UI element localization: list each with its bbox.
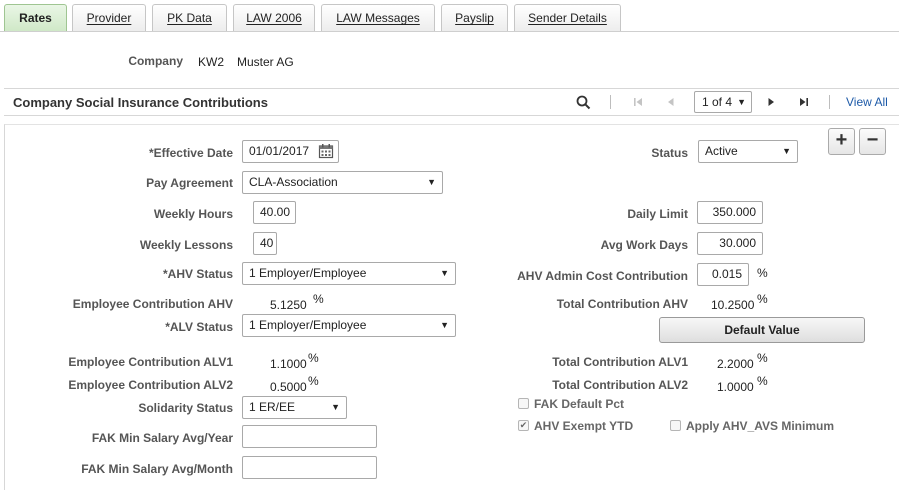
fak-min-salary-year-input[interactable]	[242, 425, 377, 448]
caret-down-icon: ▼	[782, 146, 791, 156]
add-row-button[interactable]: +	[828, 128, 855, 155]
nav-separator	[829, 95, 830, 109]
tab-sender-details[interactable]: Sender Details	[514, 4, 621, 32]
caret-down-icon: ▼	[331, 402, 340, 412]
total-contrib-alv1-value: 2.2000	[717, 357, 754, 371]
weekly-hours-label: Weekly Hours	[153, 207, 233, 221]
first-page-icon	[634, 98, 642, 106]
percent-unit: %	[313, 292, 324, 306]
total-contrib-ahv-label: Total Contribution AHV	[556, 297, 688, 311]
caret-down-icon: ▼	[440, 268, 449, 278]
weekly-lessons-value: 40	[260, 236, 274, 250]
percent-unit: %	[308, 351, 319, 365]
percent-unit: %	[757, 351, 768, 365]
plus-icon: +	[835, 129, 848, 151]
weekly-lessons-label: Weekly Lessons	[139, 238, 233, 252]
last-page-icon[interactable]	[799, 97, 809, 107]
pay-agreement-value: CLA-Association	[249, 175, 338, 189]
emp-contrib-alv1-label: Employee Contribution ALV1	[68, 355, 233, 369]
alv-status-label: *ALV Status	[165, 320, 233, 334]
effective-date-label: *Effective Date	[148, 146, 233, 160]
emp-contrib-ahv-value: 5.1250	[270, 298, 307, 312]
calendar-icon[interactable]	[318, 143, 334, 159]
pay-agreement-select[interactable]: CLA-Association ▼	[242, 171, 443, 194]
daily-limit-value: 350.000	[712, 205, 756, 219]
fak-min-salary-year-label: FAK Min Salary Avg/Year	[91, 431, 233, 445]
previous-page-icon	[668, 98, 674, 106]
avg-work-days-label: Avg Work Days	[600, 238, 688, 252]
tab-provider[interactable]: Provider	[72, 4, 146, 32]
ahv-admin-cost-value: 0.015	[711, 267, 742, 281]
daily-limit-label: Daily Limit	[627, 207, 688, 221]
ahv-admin-cost-input[interactable]: 0.015	[697, 263, 749, 286]
weekly-hours-value: 40.00	[260, 205, 291, 219]
tab-pk-data[interactable]: PK Data	[152, 4, 227, 32]
company-label: Company	[128, 54, 183, 68]
ahv-admin-cost-label: AHV Admin Cost Contribution	[517, 269, 688, 283]
tab-payslip[interactable]: Payslip	[441, 4, 508, 32]
total-contrib-alv1-label: Total Contribution ALV1	[552, 355, 688, 369]
fak-min-salary-month-input[interactable]	[242, 456, 377, 479]
percent-unit: %	[308, 374, 319, 388]
fak-default-pct-label: FAK Default Pct	[534, 397, 625, 411]
view-all-link[interactable]: View All	[846, 95, 888, 109]
ahv-exempt-ytd-label: AHV Exempt YTD	[534, 419, 634, 433]
ahv-exempt-ytd-checkbox[interactable]: ✔	[518, 420, 529, 431]
minus-icon: −	[866, 129, 879, 151]
pager-select[interactable]: 1 of 4 ▼	[694, 91, 752, 113]
avg-work-days-value: 30.000	[719, 236, 756, 250]
pay-agreement-label: Pay Agreement	[146, 176, 233, 190]
delete-row-button[interactable]: −	[859, 128, 886, 155]
tab-bar: Rates Provider PK Data LAW 2006 LAW Mess…	[0, 0, 899, 32]
weekly-lessons-input[interactable]: 40	[253, 232, 277, 255]
company-code: KW2	[198, 55, 225, 69]
percent-unit: %	[757, 292, 768, 306]
solidarity-status-label: Solidarity Status	[138, 401, 233, 415]
daily-limit-input[interactable]: 350.000	[697, 201, 763, 224]
percent-unit: %	[757, 374, 768, 388]
alv-status-select[interactable]: 1 Employer/Employee ▼	[242, 314, 456, 337]
company-name: Muster AG	[237, 55, 294, 69]
caret-down-icon: ▼	[440, 320, 449, 330]
emp-contrib-alv1-value: 1.1000	[270, 357, 307, 371]
emp-contrib-alv2-label: Employee Contribution ALV2	[68, 378, 233, 392]
avg-work-days-input[interactable]: 30.000	[697, 232, 763, 255]
total-contrib-alv2-label: Total Contribution ALV2	[552, 378, 688, 392]
effective-date-value: 01/01/2017	[249, 144, 310, 158]
caret-down-icon: ▼	[737, 97, 746, 107]
caret-down-icon: ▼	[427, 177, 436, 187]
apply-ahv-avs-min-label: Apply AHV_AVS Minimum	[686, 419, 835, 433]
next-page-icon[interactable]	[766, 97, 776, 107]
total-contrib-ahv-value: 10.2500	[711, 298, 755, 312]
emp-contrib-ahv-label: Employee Contribution AHV	[72, 297, 233, 311]
fak-min-salary-month-label: FAK Min Salary Avg/Month	[81, 462, 233, 476]
weekly-hours-input[interactable]: 40.00	[253, 201, 296, 224]
pager-value: 1 of 4	[702, 95, 733, 109]
emp-contrib-alv2-value: 0.5000	[270, 380, 307, 394]
solidarity-status-select[interactable]: 1 ER/EE ▼	[242, 396, 347, 419]
status-select[interactable]: Active ▼	[698, 140, 798, 163]
nav-separator	[610, 95, 611, 109]
tab-law-messages[interactable]: LAW Messages	[321, 4, 435, 32]
fak-default-pct-checkbox[interactable]	[518, 398, 529, 409]
ahv-status-value: 1 Employer/Employee	[249, 266, 367, 280]
percent-unit: %	[757, 266, 768, 280]
solidarity-status-value: 1 ER/EE	[249, 400, 296, 414]
apply-ahv-avs-min-checkbox[interactable]	[670, 420, 681, 431]
tab-divider	[0, 31, 899, 32]
checkmark-icon: ✔	[519, 420, 528, 430]
tab-rates[interactable]: Rates	[4, 4, 67, 32]
ahv-status-label: *AHV Status	[162, 267, 233, 281]
search-icon[interactable]	[576, 95, 591, 110]
section-title: Company Social Insurance Contributions	[13, 95, 268, 110]
default-value-button[interactable]: Default Value	[659, 317, 865, 343]
tab-law-2006[interactable]: LAW 2006	[233, 4, 315, 32]
alv-status-value: 1 Employer/Employee	[249, 318, 367, 332]
status-label: Status	[651, 146, 688, 160]
section-header: Company Social Insurance Contributions 1…	[4, 88, 899, 116]
ahv-status-select[interactable]: 1 Employer/Employee ▼	[242, 262, 456, 285]
total-contrib-alv2-value: 1.0000	[717, 380, 754, 394]
status-value: Active	[705, 144, 738, 158]
